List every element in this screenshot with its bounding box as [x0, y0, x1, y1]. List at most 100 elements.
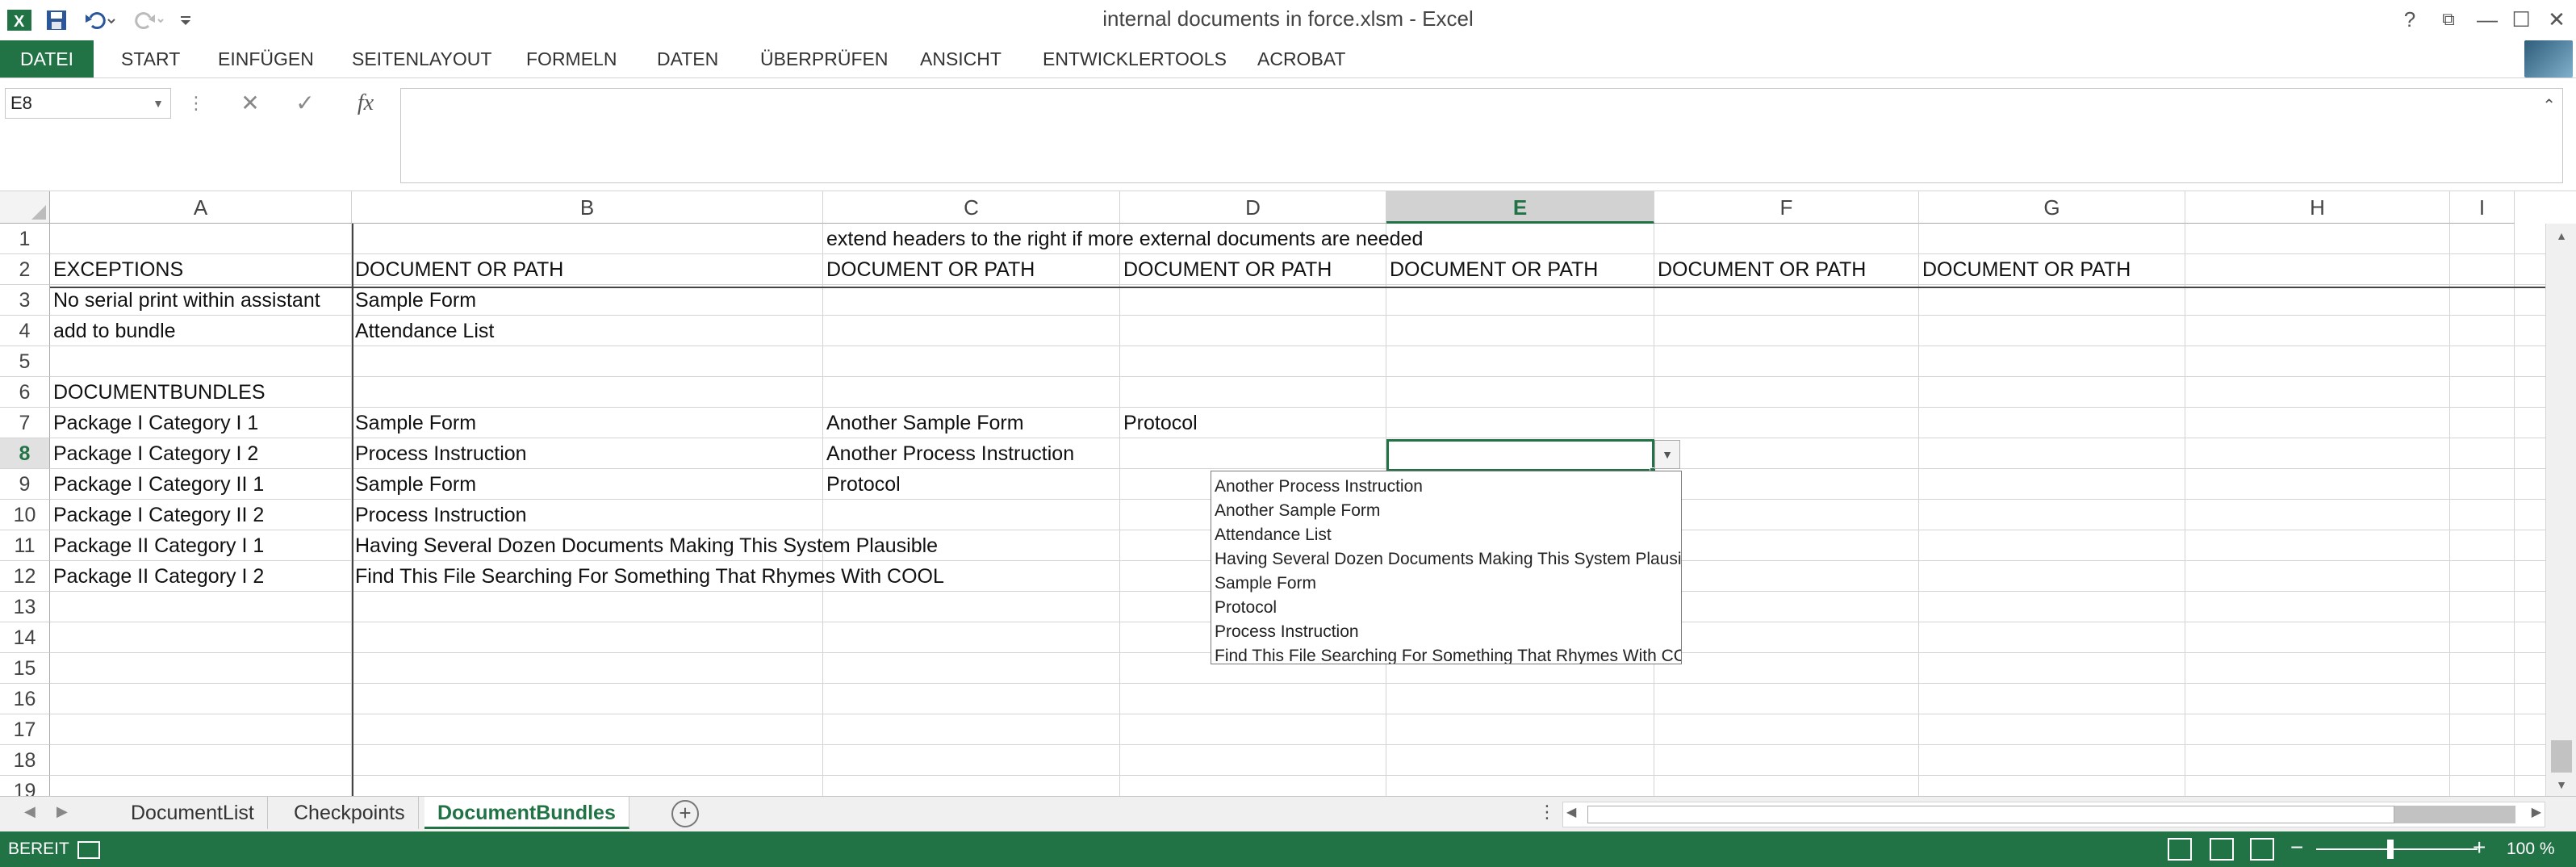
column-header-e[interactable]: E: [1386, 191, 1654, 224]
help-button[interactable]: ?: [2394, 5, 2426, 34]
dropdown-option[interactable]: Protocol: [1211, 596, 1681, 620]
more-options-icon[interactable]: ⋮: [187, 88, 205, 119]
row-header-8[interactable]: 8: [0, 438, 50, 469]
cell-d7[interactable]: Protocol: [1120, 408, 1198, 438]
tab-daten[interactable]: DATEN: [657, 40, 718, 77]
scroll-down-icon[interactable]: ▼: [2546, 773, 2576, 796]
row-header-13[interactable]: 13: [0, 592, 50, 622]
column-header-i[interactable]: I: [2450, 191, 2515, 224]
row-header-5[interactable]: 5: [0, 346, 50, 377]
minimize-button[interactable]: —: [2471, 5, 2503, 34]
cell-a3[interactable]: No serial print within assistant: [50, 285, 320, 316]
scroll-right-icon[interactable]: ▶: [2532, 804, 2541, 820]
row-header-16[interactable]: 16: [0, 684, 50, 714]
cell-d2[interactable]: DOCUMENT OR PATH: [1120, 254, 1332, 285]
tab-einfuegen[interactable]: EINFÜGEN: [218, 40, 314, 77]
active-cell-e8[interactable]: [1386, 439, 1654, 471]
cell-f2[interactable]: DOCUMENT OR PATH: [1654, 254, 1866, 285]
zoom-slider-thumb[interactable]: [2387, 840, 2394, 859]
sheet-tab-checkpoints[interactable]: Checkpoints: [281, 797, 419, 829]
worksheet-grid[interactable]: ABCDEFGHI 1 2 3 4 5 6 7 8 9 10 11 12 13 14 15 16 17 18 19 …: [0, 191, 2576, 796]
tab-ueberpruefen[interactable]: ÜBERPRÜFEN: [760, 40, 888, 77]
dropdown-chevron-icon[interactable]: ▼: [1654, 440, 1680, 469]
cell-b11[interactable]: Having Several Dozen Documents Making Th…: [352, 530, 938, 561]
cell-a10[interactable]: Package I Category II 2: [50, 500, 264, 530]
dropdown-option[interactable]: Sample Form: [1211, 572, 1681, 596]
next-sheet-icon[interactable]: ▶: [56, 803, 68, 820]
maximize-button[interactable]: ☐: [2505, 5, 2537, 34]
confirm-entry-button[interactable]: ✓: [289, 88, 321, 119]
row-header-1[interactable]: 1: [0, 224, 50, 254]
row-header-2[interactable]: 2: [0, 254, 50, 285]
dropdown-option[interactable]: Another Sample Form: [1211, 499, 1681, 523]
tab-ansicht[interactable]: ANSICHT: [920, 40, 1002, 77]
tab-formeln[interactable]: FORMELN: [526, 40, 617, 77]
zoom-level[interactable]: 100 %: [2507, 840, 2555, 859]
collapse-formula-bar-icon[interactable]: ⌃: [2542, 95, 2556, 115]
cell-b4[interactable]: Attendance List: [352, 316, 494, 346]
row-header-3[interactable]: 3: [0, 285, 50, 316]
cell-a7[interactable]: Package I Category I 1: [50, 408, 258, 438]
dropdown-option[interactable]: Having Several Dozen Documents Making Th…: [1211, 547, 1681, 572]
close-button[interactable]: ✕: [2540, 5, 2573, 34]
horizontal-scroll-track[interactable]: [1587, 806, 2394, 823]
page-break-view-icon[interactable]: [2250, 838, 2274, 861]
column-header-d[interactable]: D: [1120, 191, 1386, 224]
sheet-tab-documentlist[interactable]: DocumentList: [118, 797, 268, 829]
row-header-9[interactable]: 9: [0, 469, 50, 500]
cell-a2[interactable]: EXCEPTIONS: [50, 254, 183, 285]
row-header-15[interactable]: 15: [0, 653, 50, 684]
tab-acrobat[interactable]: ACROBAT: [1257, 40, 1345, 77]
row-header-18[interactable]: 18: [0, 745, 50, 776]
row-header-6[interactable]: 6: [0, 377, 50, 408]
zoom-out-button[interactable]: −: [2290, 835, 2303, 861]
cell-g2[interactable]: DOCUMENT OR PATH: [1919, 254, 2131, 285]
row-header-12[interactable]: 12: [0, 561, 50, 592]
cell-a12[interactable]: Package II Category I 2: [50, 561, 264, 592]
insert-function-button[interactable]: fx: [345, 88, 386, 119]
formula-input[interactable]: ⌃: [400, 88, 2563, 183]
add-sheet-icon[interactable]: +: [671, 800, 699, 827]
column-header-a[interactable]: A: [50, 191, 352, 224]
prev-sheet-icon[interactable]: ◀: [24, 803, 36, 820]
zoom-slider[interactable]: [2316, 848, 2478, 850]
column-header-h[interactable]: H: [2185, 191, 2450, 224]
cell-c1[interactable]: extend headers to the right if more exte…: [823, 224, 1423, 254]
chevron-down-icon[interactable]: ▼: [153, 89, 164, 118]
tab-split-handle-icon[interactable]: ⋮: [1538, 802, 1556, 823]
ribbon-display-button[interactable]: ⧉: [2432, 5, 2465, 34]
cell-a9[interactable]: Package I Category II 1: [50, 469, 264, 500]
cancel-entry-button[interactable]: ✕: [234, 88, 266, 119]
select-all-corner[interactable]: [0, 191, 50, 224]
column-header-f[interactable]: F: [1654, 191, 1919, 224]
cell-b10[interactable]: Process Instruction: [352, 500, 527, 530]
scroll-left-icon[interactable]: ◀: [1566, 804, 1576, 820]
row-header-19[interactable]: 19: [0, 776, 50, 796]
cell-a11[interactable]: Package II Category I 1: [50, 530, 264, 561]
validation-dropdown-list[interactable]: Another Process Instruction Another Sampl…: [1211, 471, 1682, 664]
normal-view-icon[interactable]: [2168, 838, 2192, 861]
scroll-up-icon[interactable]: ▲: [2546, 224, 2576, 248]
cell-c9[interactable]: Protocol: [823, 469, 901, 500]
cell-a4[interactable]: add to bundle: [50, 316, 176, 346]
row-header-11[interactable]: 11: [0, 530, 50, 561]
row-header-10[interactable]: 10: [0, 500, 50, 530]
cell-b7[interactable]: Sample Form: [352, 408, 476, 438]
vertical-scroll-thumb[interactable]: [2551, 740, 2572, 773]
column-header-g[interactable]: G: [1919, 191, 2185, 224]
row-header-7[interactable]: 7: [0, 408, 50, 438]
tab-seitenlayout[interactable]: SEITENLAYOUT: [352, 40, 491, 77]
column-header-c[interactable]: C: [823, 191, 1120, 224]
tab-start[interactable]: START: [121, 40, 180, 77]
row-header-17[interactable]: 17: [0, 714, 50, 745]
cell-c2[interactable]: DOCUMENT OR PATH: [823, 254, 1035, 285]
macro-record-icon[interactable]: [77, 841, 100, 859]
dropdown-option[interactable]: Another Process Instruction: [1211, 475, 1681, 499]
zoom-in-button[interactable]: +: [2473, 835, 2486, 861]
user-avatar[interactable]: [2524, 40, 2573, 77]
page-layout-view-icon[interactable]: [2210, 838, 2234, 861]
cell-a8[interactable]: Package I Category I 2: [50, 438, 258, 469]
cell-c7[interactable]: Another Sample Form: [823, 408, 1024, 438]
cell-c8[interactable]: Another Process Instruction: [823, 438, 1074, 469]
cell-e2[interactable]: DOCUMENT OR PATH: [1386, 254, 1598, 285]
